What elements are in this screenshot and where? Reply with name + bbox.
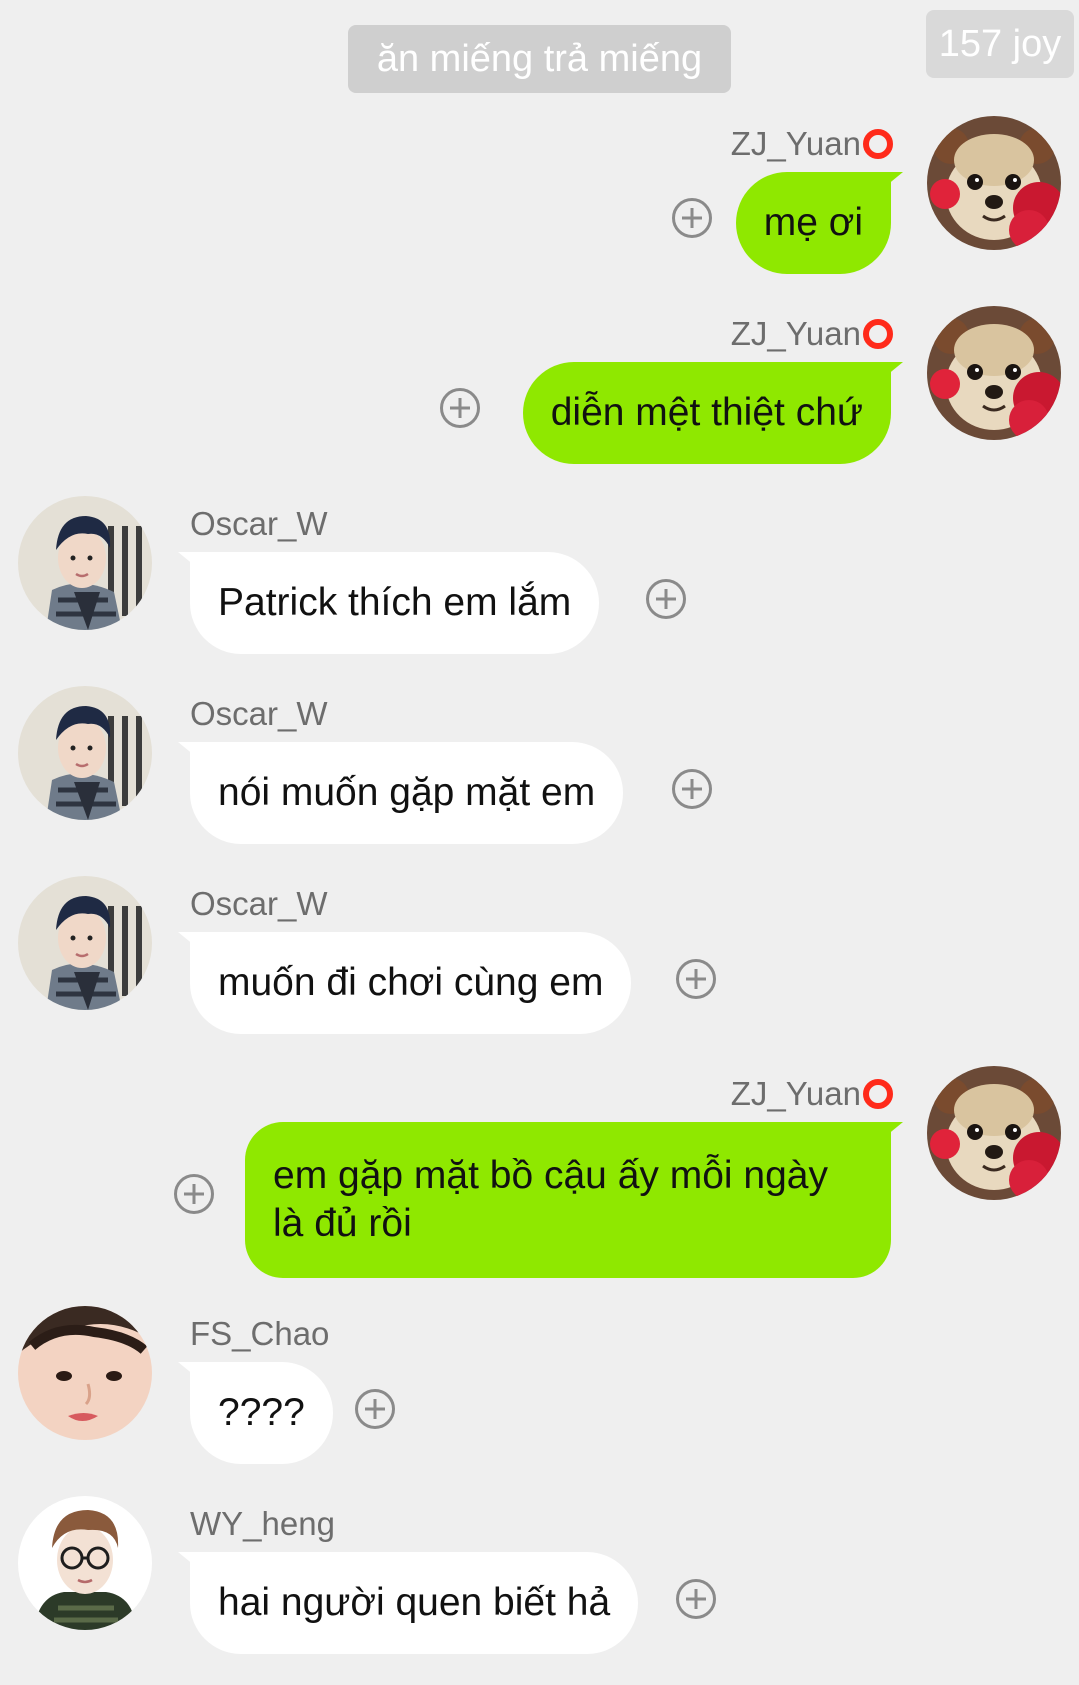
add-reaction-button[interactable]	[355, 1389, 395, 1429]
sender-name: Oscar_W	[190, 695, 328, 732]
message-bubble[interactable]: ????	[178, 1362, 333, 1464]
message-bubble[interactable]: mẹ ơi	[735, 172, 904, 274]
sender-name: Oscar_W	[190, 885, 328, 922]
add-reaction-button[interactable]	[676, 959, 716, 999]
add-reaction-button[interactable]	[646, 579, 686, 619]
chihuahua-avatar[interactable]	[927, 1066, 1061, 1200]
chihuahua-avatar[interactable]	[927, 306, 1061, 440]
message-bubble[interactable]: muốn đi chơi cùng em	[177, 932, 632, 1034]
red-circle-icon	[863, 1079, 893, 1109]
add-reaction-button[interactable]	[672, 769, 712, 809]
dark-hair-plaid-avatar[interactable]	[18, 686, 152, 820]
add-reaction-button[interactable]	[676, 1579, 716, 1619]
sender-name: ZJ_Yuan	[731, 1074, 893, 1114]
sender-name: ZJ_Yuan	[731, 314, 893, 354]
glasses-avatar[interactable]	[18, 1496, 152, 1630]
message-bubble[interactable]: nói muốn gặp mặt em	[177, 742, 624, 844]
add-reaction-button[interactable]	[672, 198, 712, 238]
sender-name: FS_Chao	[190, 1315, 330, 1352]
message-bubble[interactable]: hai người quen biết hả	[177, 1552, 639, 1654]
red-circle-icon	[863, 129, 893, 159]
dark-hair-plaid-avatar[interactable]	[18, 876, 152, 1010]
face-closeup-avatar[interactable]	[18, 1306, 152, 1440]
chihuahua-avatar[interactable]	[927, 116, 1061, 250]
red-circle-icon	[863, 319, 893, 349]
sender-name: Oscar_W	[190, 505, 328, 542]
chat-title: ăn miếng trả miếng	[348, 25, 731, 93]
message-bubble[interactable]: Patrick thích em lắm	[177, 552, 600, 654]
sender-name: ZJ_Yuan	[731, 124, 893, 164]
add-reaction-button[interactable]	[174, 1174, 214, 1214]
add-reaction-button[interactable]	[440, 388, 480, 428]
dark-hair-plaid-avatar[interactable]	[18, 496, 152, 630]
message-bubble[interactable]: diễn mệt thiệt chứ	[522, 362, 904, 464]
joy-count-badge: 157 joy	[926, 10, 1074, 78]
sender-name: WY_heng	[190, 1505, 335, 1542]
message-bubble[interactable]: em gặp mặt bồ cậu ấy mỗi ngày là đủ rồi	[245, 1122, 903, 1278]
